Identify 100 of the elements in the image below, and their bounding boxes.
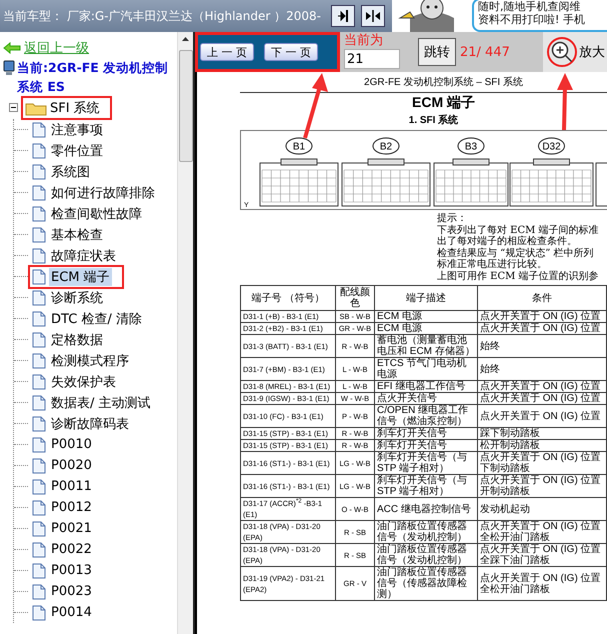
tree-item[interactable]: SFI 系统 bbox=[50, 98, 100, 116]
tree-item[interactable]: 系统图 bbox=[49, 162, 92, 180]
hint-text: 上图可用作 ECM 端子位置的识别参 bbox=[437, 270, 600, 282]
table-cell: 点火开关置于 ON (IG) 位置全松开油门踏板 bbox=[478, 520, 606, 544]
tree-item[interactable]: P0020 bbox=[49, 458, 94, 473]
scrollbar[interactable] bbox=[177, 32, 193, 634]
collapse-panel-button[interactable] bbox=[331, 5, 355, 27]
document-icon bbox=[32, 458, 46, 474]
document-icon bbox=[32, 164, 46, 180]
table-cell: 松开制动踏板 bbox=[478, 440, 606, 452]
tree-item[interactable]: 定格数据 bbox=[49, 330, 105, 348]
table-cell: 刹车灯开关信号 bbox=[374, 428, 478, 440]
split-arrows-icon bbox=[365, 9, 381, 23]
jump-button[interactable]: 跳转 bbox=[418, 38, 456, 66]
hint-text: 检查结果应与 “规定状态” 栏中所列 bbox=[437, 248, 595, 258]
table-cell: ACC 继电器控制信号 bbox=[374, 498, 478, 520]
document-icon bbox=[32, 122, 46, 138]
tree-item[interactable]: 数据表/ 主动测试 bbox=[49, 394, 153, 412]
table-cell: 刹车灯开关信号 bbox=[374, 440, 478, 452]
table-cell: C/OPEN 继电器工作信号（燃油泵控制） bbox=[374, 404, 478, 428]
tree-item[interactable]: P0023 bbox=[49, 584, 94, 599]
current-section-title: 当前:2GR-FE 发动机控制系统 ES bbox=[17, 59, 170, 96]
table-cell: 点火开关置于 ON (IG) 位置 bbox=[478, 310, 606, 322]
previous-page-button[interactable]: 上 一 页 bbox=[200, 43, 254, 61]
connector-label: B1 bbox=[286, 138, 312, 154]
tree-item[interactable]: 注意事项 bbox=[49, 120, 105, 138]
document-icon bbox=[32, 542, 46, 558]
tree-item[interactable]: 失效保护表 bbox=[49, 372, 118, 390]
collapse-icon[interactable] bbox=[9, 103, 18, 112]
connector-label: B3 bbox=[458, 138, 484, 154]
table-cell: ETCS 节气门电动机电源 bbox=[374, 358, 478, 380]
tree-item[interactable]: 零件位置 bbox=[49, 142, 105, 160]
tree-item[interactable]: 检测模式程序 bbox=[49, 352, 131, 370]
document-icon bbox=[32, 206, 46, 222]
tree-item[interactable]: 基本检查 bbox=[49, 226, 105, 244]
tree-item[interactable]: P0011 bbox=[49, 479, 94, 494]
tree-item[interactable]: P0022 bbox=[49, 542, 94, 557]
table-cell: 始终 bbox=[478, 358, 606, 380]
hint-text: 出了每对端子的相应检查条件。 bbox=[437, 236, 578, 248]
table-cell: 点火开关置于 ON (IG) 位置 bbox=[478, 404, 606, 428]
page-title: ECM 端子 bbox=[411, 94, 475, 112]
tree-item[interactable]: 诊断系统 bbox=[49, 288, 105, 306]
document-icon bbox=[32, 416, 46, 432]
table-cell: 踩下制动踏板 bbox=[478, 428, 606, 440]
document-icon bbox=[32, 394, 46, 410]
tree-item[interactable]: P0012 bbox=[49, 500, 94, 515]
page-input[interactable]: 21 bbox=[344, 49, 400, 69]
tree-item[interactable]: P0021 bbox=[49, 521, 94, 536]
document-icon bbox=[32, 142, 46, 158]
table-cell: 点火开关置于 ON (IG) 位置下制动踏板 bbox=[478, 452, 606, 474]
tree-item[interactable]: 故障症状表 bbox=[49, 246, 118, 264]
document-icon bbox=[32, 436, 46, 452]
table-cell: ECM 电源 bbox=[374, 310, 478, 322]
annotation-arrow bbox=[303, 73, 328, 139]
document-icon bbox=[32, 374, 46, 390]
current-page-label: 当前为 bbox=[344, 32, 384, 49]
ad-banner[interactable]: 随时,随地手机查阅维 资料不用打印啦! 手机 bbox=[392, 0, 607, 32]
next-page-button[interactable]: 下 一 页 bbox=[264, 43, 318, 61]
document-icon bbox=[32, 310, 46, 326]
tree-item[interactable]: 诊断故障码表 bbox=[49, 414, 131, 432]
table-cell: 蓄电池（测量蓄电池电压和 ECM 存储器） bbox=[374, 334, 478, 358]
table-cell: 油门踏板位置传感器信号（发动机控制） bbox=[374, 544, 478, 566]
column-header: 配线颜色 bbox=[336, 286, 374, 310]
document-icon bbox=[32, 604, 46, 620]
hint-text: 提示： bbox=[437, 213, 468, 224]
connector-label: D32 bbox=[538, 138, 565, 154]
arrow-bar-icon bbox=[336, 9, 350, 23]
back-link[interactable]: 返回上一级 bbox=[3, 38, 177, 58]
computer-icon bbox=[3, 60, 15, 76]
scrollbar-thumb[interactable] bbox=[178, 50, 192, 162]
section-heading: 1. SFI 系统 bbox=[408, 114, 458, 127]
tree-item[interactable]: P0010 bbox=[49, 437, 94, 452]
column-header: 端子描述 bbox=[374, 286, 478, 310]
left-arrow-icon bbox=[3, 42, 21, 54]
ad-text: 随时,随地手机查阅维 bbox=[478, 0, 582, 13]
table-cell: 点火开关置于 ON (IG) 位置全松开油门踏板 bbox=[478, 566, 606, 600]
table-cell: 点火开关置于 ON (IG) 位置 bbox=[478, 392, 606, 404]
document-icon bbox=[32, 268, 46, 284]
table-cell: 点火开关置于 ON (IG) 位置开制动踏板 bbox=[478, 474, 606, 498]
table-cell: ECM 电源 bbox=[374, 322, 478, 334]
document-icon bbox=[32, 184, 46, 200]
document-icon bbox=[32, 562, 46, 578]
table-cell: 始终 bbox=[478, 334, 606, 358]
document-icon bbox=[32, 248, 46, 264]
tree-item[interactable]: DTC 检查/ 清除 bbox=[49, 310, 144, 328]
page-count: 21/ 447 bbox=[460, 44, 510, 60]
tree-item[interactable]: ECM 端子 bbox=[49, 268, 112, 286]
document-icon bbox=[32, 226, 46, 242]
split-view-button[interactable] bbox=[361, 5, 385, 27]
tree-item[interactable]: 检查间歇性故障 bbox=[49, 204, 144, 222]
tree-item[interactable]: 如何进行故障排除 bbox=[49, 184, 157, 202]
running-header: 2GR-FE 发动机控制系统 – SFI 系统 bbox=[363, 76, 523, 89]
tree-item[interactable]: P0013 bbox=[49, 563, 94, 578]
table-cell: 刹车灯开关信号（与 STP 端子相对） bbox=[374, 452, 478, 474]
table-cell: 油门踏板位置传感器信号（发动机控制） bbox=[374, 520, 478, 544]
table-cell: 点火开关置于 ON (IG) 位置 bbox=[478, 322, 606, 334]
document-icon bbox=[32, 478, 46, 494]
tree-item[interactable]: P0014 bbox=[49, 605, 94, 620]
table-cell: EFI 继电器工作信号 bbox=[374, 380, 478, 392]
connector-label: B2 bbox=[372, 138, 400, 154]
